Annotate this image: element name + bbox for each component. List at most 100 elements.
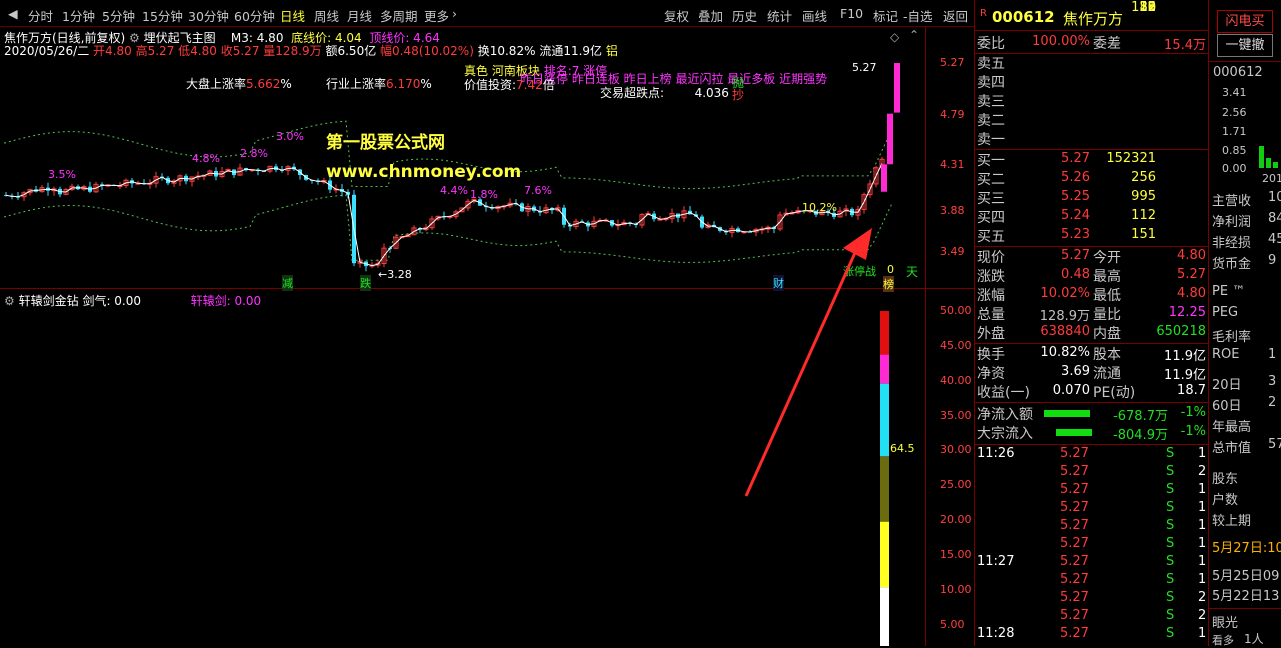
weicha-value: 15.4万 <box>1164 38 1206 53</box>
far-date: 5月27日:10 <box>1212 541 1281 556</box>
bid-label: 买二 <box>977 172 1005 188</box>
tab-multi-period[interactable]: 多周期 <box>380 6 418 25</box>
far-item-label: 户数 <box>1212 493 1239 508</box>
tab-5min[interactable]: 5分钟 <box>102 6 135 25</box>
stat-label: 股本 <box>1093 347 1121 363</box>
trade-side: S <box>1166 482 1175 497</box>
trade-count: 2 <box>1198 464 1207 479</box>
trade-side: S <box>1166 500 1175 515</box>
stats-button[interactable]: 统计 <box>767 6 792 25</box>
tab-fenshi[interactable]: 分时 <box>28 6 53 25</box>
history-button[interactable]: 历史 <box>732 6 757 25</box>
bid-price: 5.25 <box>1061 189 1090 204</box>
bid-label: 买五 <box>977 229 1005 245</box>
flow-bar <box>1056 429 1092 436</box>
sub-value-label: 64.5 <box>890 442 915 455</box>
high-price-marker: 5.27 <box>852 61 877 74</box>
ask-2: 卖二 <box>977 113 1005 129</box>
trade-count: 1 <box>1198 536 1207 551</box>
trade-volume: 22 <box>1139 0 1156 15</box>
trade-price: 5.27 <box>1060 482 1089 497</box>
far-item-value: 45 <box>1268 232 1281 247</box>
trade-count: 1 <box>1198 446 1207 461</box>
sub-y-tick-7: 20.00 <box>940 513 972 526</box>
tab-daily[interactable]: 日线 <box>280 6 305 25</box>
y-tick-3: 4.31 <box>940 158 965 171</box>
stat-label: 涨跌 <box>977 269 1005 285</box>
far-date: 5月22日13 <box>1212 589 1280 604</box>
mini-code: 000612 <box>1213 65 1263 80</box>
tab-1min[interactable]: 1分钟 <box>62 6 95 25</box>
far-item-label: 20日 <box>1212 378 1242 393</box>
stock-name: 焦作万方 <box>1063 10 1124 28</box>
trade-side: S <box>1166 554 1175 569</box>
tab-weekly[interactable]: 周线 <box>314 6 339 25</box>
stock-code: 000612 <box>992 8 1055 26</box>
far-item-label: PEG <box>1212 305 1239 320</box>
back-button[interactable]: 返回 <box>943 6 968 25</box>
signal-bar-segment <box>880 456 889 522</box>
watchlist-button[interactable]: -自选 <box>903 6 933 25</box>
flow-value: -678.7万 <box>1113 409 1168 424</box>
far-item-value: 3 <box>1268 374 1277 389</box>
trade-price: 5.27 <box>1060 446 1089 461</box>
f10-button[interactable]: F10 <box>840 6 863 21</box>
trade-count: 1 <box>1198 572 1207 587</box>
weicha-label: 委差 <box>1093 36 1121 52</box>
ask-1: 卖一 <box>977 132 1005 148</box>
bid-price: 5.23 <box>1061 227 1090 242</box>
trade-count: 2 <box>1198 590 1207 605</box>
signal-bar-segment <box>880 354 889 384</box>
tab-more[interactable]: 更多 <box>424 6 449 25</box>
trade-count: 2 <box>1198 608 1207 623</box>
trade-side: S <box>1166 572 1175 587</box>
draw-button[interactable]: 画线 <box>802 6 827 25</box>
marker-zhangting: 涨停战 <box>843 265 876 278</box>
flash-buy-button[interactable]: 闪电买 <box>1217 10 1273 33</box>
tab-15min[interactable]: 15分钟 <box>142 6 183 25</box>
tab-30min[interactable]: 30分钟 <box>188 6 229 25</box>
mini-tick-4: 0.85 <box>1222 144 1247 157</box>
people-count: 1人 <box>1244 632 1264 646</box>
far-item-label: PE ™ <box>1212 284 1246 299</box>
sub-chart[interactable] <box>0 289 925 646</box>
cancel-all-button[interactable]: 一键撤 <box>1217 34 1273 57</box>
sub-y-tick-3: 40.00 <box>940 374 972 387</box>
market-up-label: 大盘上涨率5.662% <box>186 77 292 91</box>
stat-label: 最低 <box>1093 288 1121 304</box>
stat-label: 今开 <box>1093 250 1121 266</box>
bid-volume: 995 <box>1131 189 1156 204</box>
pct-label-8: 10.2% <box>802 201 837 214</box>
far-item-value: 9 <box>1268 253 1277 268</box>
bid-price: 5.27 <box>1061 151 1090 166</box>
marker-tian: 天 <box>906 265 919 279</box>
arrow-left-icon[interactable]: ◀ <box>8 6 18 21</box>
marker-zero: 0 <box>887 263 894 276</box>
value-invest-label: 价值投资:7.42倍 <box>464 78 555 92</box>
watermark-title: 第一股票公式网 <box>326 133 445 153</box>
flow-pct: -1% <box>1180 424 1206 439</box>
bid-label: 买三 <box>977 191 1005 207</box>
mini-tick-1: 3.41 <box>1222 86 1247 99</box>
tab-monthly[interactable]: 月线 <box>347 6 372 25</box>
weibi-value: 100.00% <box>1032 34 1090 49</box>
low-price-marker: ←3.28 <box>378 268 412 281</box>
trade-price: 5.27 <box>1060 536 1089 551</box>
stat-label: 内盘 <box>1093 326 1121 342</box>
mark-button[interactable]: 标记 <box>873 6 898 25</box>
kline-chart[interactable] <box>0 27 925 287</box>
fuquan-button[interactable]: 复权 <box>664 6 689 25</box>
mini-bar <box>1273 162 1278 168</box>
trade-count: 1 <box>1198 500 1207 515</box>
overlay-button[interactable]: 叠加 <box>698 6 723 25</box>
stat-value: 128.9万 <box>1039 309 1090 324</box>
pct-label-1: 3.5% <box>48 168 76 181</box>
limit-up-candle <box>887 113 893 165</box>
far-item-label: 股东 <box>1212 472 1239 487</box>
stat-label: 总量 <box>977 307 1005 323</box>
stat-value: 4.80 <box>1177 286 1206 301</box>
y-tick-2: 4.79 <box>940 108 965 121</box>
far-item-label: 非经损 <box>1212 236 1252 251</box>
trade-price: 5.27 <box>1060 518 1089 533</box>
tab-60min[interactable]: 60分钟 <box>234 6 275 25</box>
